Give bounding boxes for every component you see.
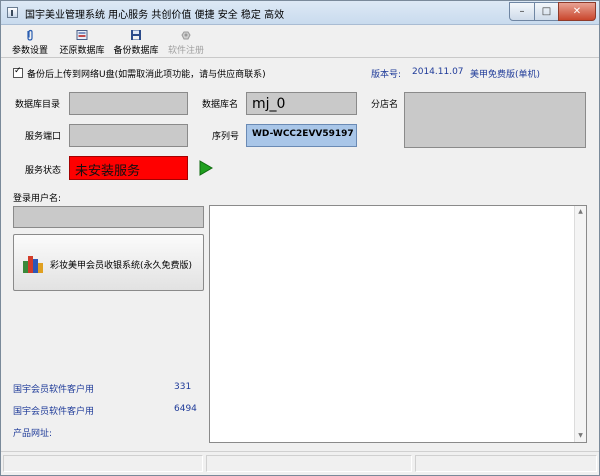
version-value: 2014.11.07	[412, 67, 464, 77]
serial-label: 序列号	[212, 132, 240, 142]
db-name-field[interactable]: mj_0	[246, 92, 357, 115]
version-label: 版本号:	[371, 70, 402, 80]
start-service-play-icon[interactable]	[199, 160, 213, 176]
db-dir-field[interactable]	[69, 92, 188, 115]
scroll-up-arrow-icon[interactable]: ▲	[575, 206, 586, 218]
port-label: 服务端口	[25, 132, 62, 142]
main-window: 国宇美业管理系统 用心服务 共创价值 便捷 安全 稳定 高效 – □ ✕ 参数设…	[0, 0, 600, 476]
maximize-button[interactable]: □	[534, 2, 559, 21]
serial-value: WD-WCC2EVV59197	[252, 129, 354, 139]
toolbar-backup-button[interactable]: 备份数据库	[111, 26, 161, 58]
stat-label-1: 国宇会员软件客户用	[13, 385, 95, 395]
db-name-label: 数据库名	[202, 100, 239, 110]
db-name-value: mj_0	[252, 96, 286, 112]
minimize-button[interactable]: –	[509, 2, 535, 21]
app-icon	[7, 7, 18, 18]
login-user-label: 登录用户名:	[13, 194, 62, 204]
log-listbox[interactable]: ▲ ▼	[209, 205, 587, 443]
toolbar-backup-label: 备份数据库	[113, 46, 159, 56]
launch-app-button[interactable]: 彩妆美甲会员收银系统(永久免费版)	[13, 234, 204, 291]
toolbar-settings-button[interactable]: 参数设置	[7, 26, 53, 58]
title-bar: 国宇美业管理系统 用心服务 共创价值 便捷 安全 稳定 高效 – □ ✕	[1, 1, 599, 25]
restore-database-icon	[76, 30, 88, 40]
backup-upload-checkbox-row[interactable]: 备份后上传到网络U盘(如需取消此项功能，请与供应商联系)	[13, 66, 266, 80]
toolbar-restore-button[interactable]: 还原数据库	[55, 26, 109, 58]
service-status-field: 未安装服务	[69, 156, 188, 180]
close-button[interactable]: ✕	[558, 2, 596, 21]
branch-field[interactable]	[404, 92, 586, 148]
toolbar-restore-label: 还原数据库	[59, 46, 105, 56]
status-bar-segment-3	[415, 455, 597, 472]
product-url-label: 产品网址:	[13, 429, 53, 439]
launch-app-label: 彩妆美甲会员收银系统(永久免费版)	[50, 261, 193, 271]
service-status-value: 未安装服务	[75, 164, 141, 179]
register-icon	[181, 31, 191, 40]
window-title: 国宇美业管理系统 用心服务 共创价值 便捷 安全 稳定 高效	[25, 10, 285, 21]
stat-label-2: 国宇会员软件客户用	[13, 407, 95, 417]
serial-field[interactable]: WD-WCC2EVV59197	[246, 124, 357, 147]
stat-value-2: 6494	[174, 404, 197, 414]
vertical-scrollbar[interactable]: ▲ ▼	[574, 206, 586, 442]
status-bar-segment-2	[206, 455, 412, 472]
backup-upload-checkbox[interactable]	[13, 66, 23, 78]
db-dir-label: 数据库目录	[15, 100, 61, 110]
floppy-disk-icon	[131, 30, 141, 40]
status-bar	[1, 451, 599, 475]
edition-label: 美甲免费版(单机)	[470, 70, 541, 80]
toolbar-register-label: 软件注册	[167, 46, 204, 56]
stat-value-1: 331	[174, 382, 192, 392]
toolbar-register-button[interactable]: 软件注册	[163, 26, 209, 58]
toolbar-settings-label: 参数设置	[11, 46, 48, 56]
status-bar-segment-1	[3, 455, 203, 472]
backup-upload-label: 备份后上传到网络U盘(如需取消此项功能，请与供应商联系)	[27, 70, 266, 80]
paperclip-icon	[27, 29, 33, 41]
login-user-field[interactable]	[13, 206, 204, 228]
scroll-down-arrow-icon[interactable]: ▼	[575, 430, 586, 442]
service-status-label: 服务状态	[25, 166, 62, 176]
bar-chart-icon	[23, 256, 43, 273]
toolbar: 参数设置 还原数据库 备份数据库 软件注册	[1, 26, 599, 58]
port-field[interactable]	[69, 124, 188, 147]
branch-label: 分店名	[371, 100, 399, 110]
